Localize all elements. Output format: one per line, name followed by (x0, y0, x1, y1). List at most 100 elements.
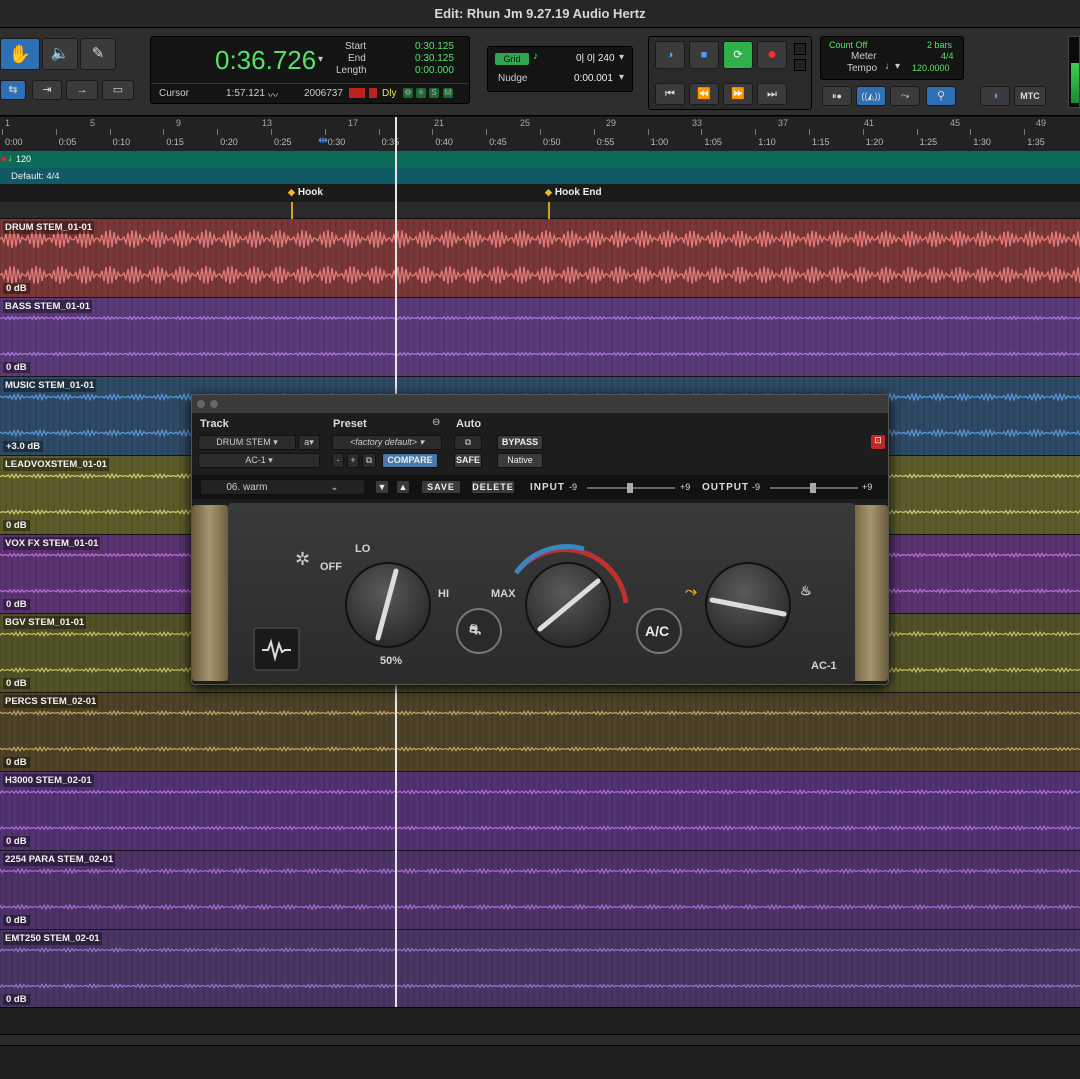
copy-icon[interactable]: ⧉ (362, 453, 376, 468)
insert-selector[interactable]: AC-1 ▾ (198, 453, 320, 468)
nudge-value[interactable]: 0:00.001 (574, 73, 613, 84)
track[interactable]: DRUM STEM_01-01 0 dB (0, 219, 1080, 298)
rewind-button[interactable]: ⏪ (689, 83, 719, 105)
track-volume[interactable]: 0 dB (3, 994, 30, 1005)
track-name[interactable]: PERCS STEM_02-01 (3, 695, 99, 708)
previous-preset-button[interactable]: ▼ (375, 480, 389, 494)
start-value[interactable]: 0:30.125 (415, 41, 454, 52)
preset-selector[interactable]: <factory default> ▾ (332, 435, 442, 450)
track[interactable]: EMT250 STEM_02-01 0 dB (0, 930, 1080, 1009)
output-slider[interactable] (770, 483, 858, 493)
wait-for-note-button[interactable]: ⏸● (822, 86, 852, 106)
track-name[interactable]: BASS STEM_01-01 (3, 300, 93, 313)
close-dot[interactable] (197, 400, 205, 408)
play-button[interactable]: ⟳ (723, 41, 753, 69)
fast-forward-button[interactable]: ⏩ (723, 83, 753, 105)
chevron-down-icon[interactable]: ▾ (619, 72, 624, 83)
m-button[interactable]: M (443, 88, 453, 98)
plugin-titlebar[interactable] (192, 395, 888, 413)
input-slider[interactable] (587, 483, 675, 493)
target-icon[interactable]: ⊡ (871, 435, 885, 449)
post-roll-toggle[interactable] (794, 59, 806, 71)
track-volume[interactable]: 0 dB (3, 836, 30, 847)
end-value[interactable]: 0:30.125 (415, 53, 454, 64)
preset-menu-icon[interactable]: ⊖ (432, 417, 440, 428)
track-volume[interactable]: 0 dB (3, 757, 30, 768)
return-to-zero-button[interactable]: ⏮ (655, 83, 685, 105)
record-button[interactable]: ● (757, 41, 787, 69)
marker-hook[interactable]: ◆ Hook (288, 187, 323, 198)
tempo-ruler[interactable]: ▸ ♩ 120 (0, 151, 1080, 168)
track-volume[interactable]: 0 dB (3, 362, 30, 373)
minus-button[interactable]: - (332, 453, 344, 468)
online-button[interactable]: ◑ (655, 41, 685, 69)
track-name[interactable]: LEADVOXSTEM_01-01 (3, 458, 109, 471)
track-volume[interactable]: 0 dB (3, 915, 30, 926)
track[interactable]: 2254 PARA STEM_02-01 0 dB (0, 851, 1080, 930)
solo-safe-icon[interactable]: ✳ (416, 88, 426, 98)
track-volume[interactable]: 0 dB (3, 520, 30, 531)
track-name[interactable]: DRUM STEM_01-01 (3, 221, 95, 234)
preset-name-selector[interactable]: 06. warm ⌄ (200, 479, 365, 495)
track-name[interactable]: 2254 PARA STEM_02-01 (3, 853, 116, 866)
delete-button[interactable]: DELETE (471, 480, 515, 494)
track-volume[interactable]: +3.0 dB (3, 441, 44, 452)
track-name[interactable]: VOX FX STEM_01-01 (3, 537, 101, 550)
mtc-button[interactable]: MTC (1014, 86, 1046, 106)
zoom-toggle-button[interactable]: ▭ (102, 80, 134, 100)
save-button[interactable]: SAVE (421, 480, 461, 494)
track-volume[interactable]: 0 dB (3, 283, 30, 294)
main-counter[interactable]: 0:36.726 (215, 45, 316, 76)
chevron-down-icon[interactable]: ▾ (318, 54, 323, 65)
safe-button[interactable]: SAFE (454, 453, 482, 468)
meter-label[interactable]: Meter (851, 51, 877, 62)
track-volume[interactable]: 0 dB (3, 678, 30, 689)
speaker-tool-button[interactable]: 🔈 (42, 38, 78, 70)
minimize-dot[interactable] (210, 400, 218, 408)
marker-hook-end[interactable]: ◆ Hook End (545, 187, 602, 198)
grabber-tool-button[interactable]: ✋ (0, 38, 40, 70)
plus-button[interactable]: + (347, 453, 359, 468)
bypass-button[interactable]: BYPASS (497, 435, 543, 450)
track-name[interactable]: MUSIC STEM_01-01 (3, 379, 97, 392)
track-name[interactable]: H3000 STEM_02-01 (3, 774, 94, 787)
compare-button[interactable]: COMPARE (382, 453, 438, 468)
insertion-follows-button[interactable]: → (66, 80, 98, 100)
track[interactable]: PERCS STEM_02-01 0 dB (0, 693, 1080, 772)
count-off-button[interactable]: Count Off (829, 40, 867, 50)
track[interactable]: H3000 STEM_02-01 0 dB (0, 772, 1080, 851)
markers-ruler[interactable]: ◆ Hook ◆ Hook End (0, 184, 1080, 202)
tab-to-transient-button[interactable]: ⇥ (32, 80, 62, 100)
chevron-down-icon[interactable]: ▾ (619, 52, 624, 63)
nudge-label[interactable]: Nudge (498, 73, 527, 84)
track-name[interactable]: BGV STEM_01-01 (3, 616, 87, 629)
track[interactable]: BASS STEM_01-01 0 dB (0, 298, 1080, 377)
metronome-button[interactable]: ((◭)) (856, 86, 886, 106)
go-to-end-button[interactable]: ⏭ (757, 83, 787, 105)
tempo-label[interactable]: Tempo (847, 63, 877, 74)
playhead-marker-icon[interactable]: ⇹ (318, 133, 332, 147)
wave-logo-icon[interactable] (254, 628, 299, 670)
delay-comp-label[interactable]: Dly (382, 88, 396, 99)
ac-button-label[interactable]: A/C (645, 623, 669, 639)
track-name[interactable]: EMT250 STEM_02-01 (3, 932, 102, 945)
track-slot-selector[interactable]: a▾ (298, 435, 320, 450)
tempo-map-button[interactable]: ⚲ (926, 86, 956, 106)
s-button[interactable]: S (429, 88, 439, 98)
midi-merge-button[interactable]: ⤳ (890, 86, 920, 106)
tempo-value[interactable]: 120.0000 (912, 63, 950, 73)
length-value[interactable]: 0:00.000 (415, 65, 454, 76)
track-volume[interactable]: 0 dB (3, 599, 30, 610)
timeline-ruler[interactable]: 1 5 9 13 17 21 25 29 33 37 41 45 49 0:00 0:05 0:10 0:15 0… (0, 117, 1080, 151)
native-button[interactable]: Native (497, 453, 543, 468)
sync-button[interactable]: ◑ (980, 86, 1010, 106)
recirc-icon[interactable]: ⛐ (469, 621, 481, 640)
settings-icon[interactable]: ⚙ (403, 88, 413, 98)
grid-value[interactable]: 0| 0| 240 (576, 53, 615, 64)
link-button[interactable]: ⇆ (0, 80, 26, 100)
next-preset-button[interactable]: ▲ (396, 480, 410, 494)
pre-roll-toggle[interactable] (794, 43, 806, 55)
meter-ruler[interactable]: Default: 4/4 (0, 168, 1080, 184)
chevron-down-icon[interactable]: ▾ (895, 61, 900, 72)
horizontal-scrollbar[interactable] (0, 1034, 1080, 1046)
